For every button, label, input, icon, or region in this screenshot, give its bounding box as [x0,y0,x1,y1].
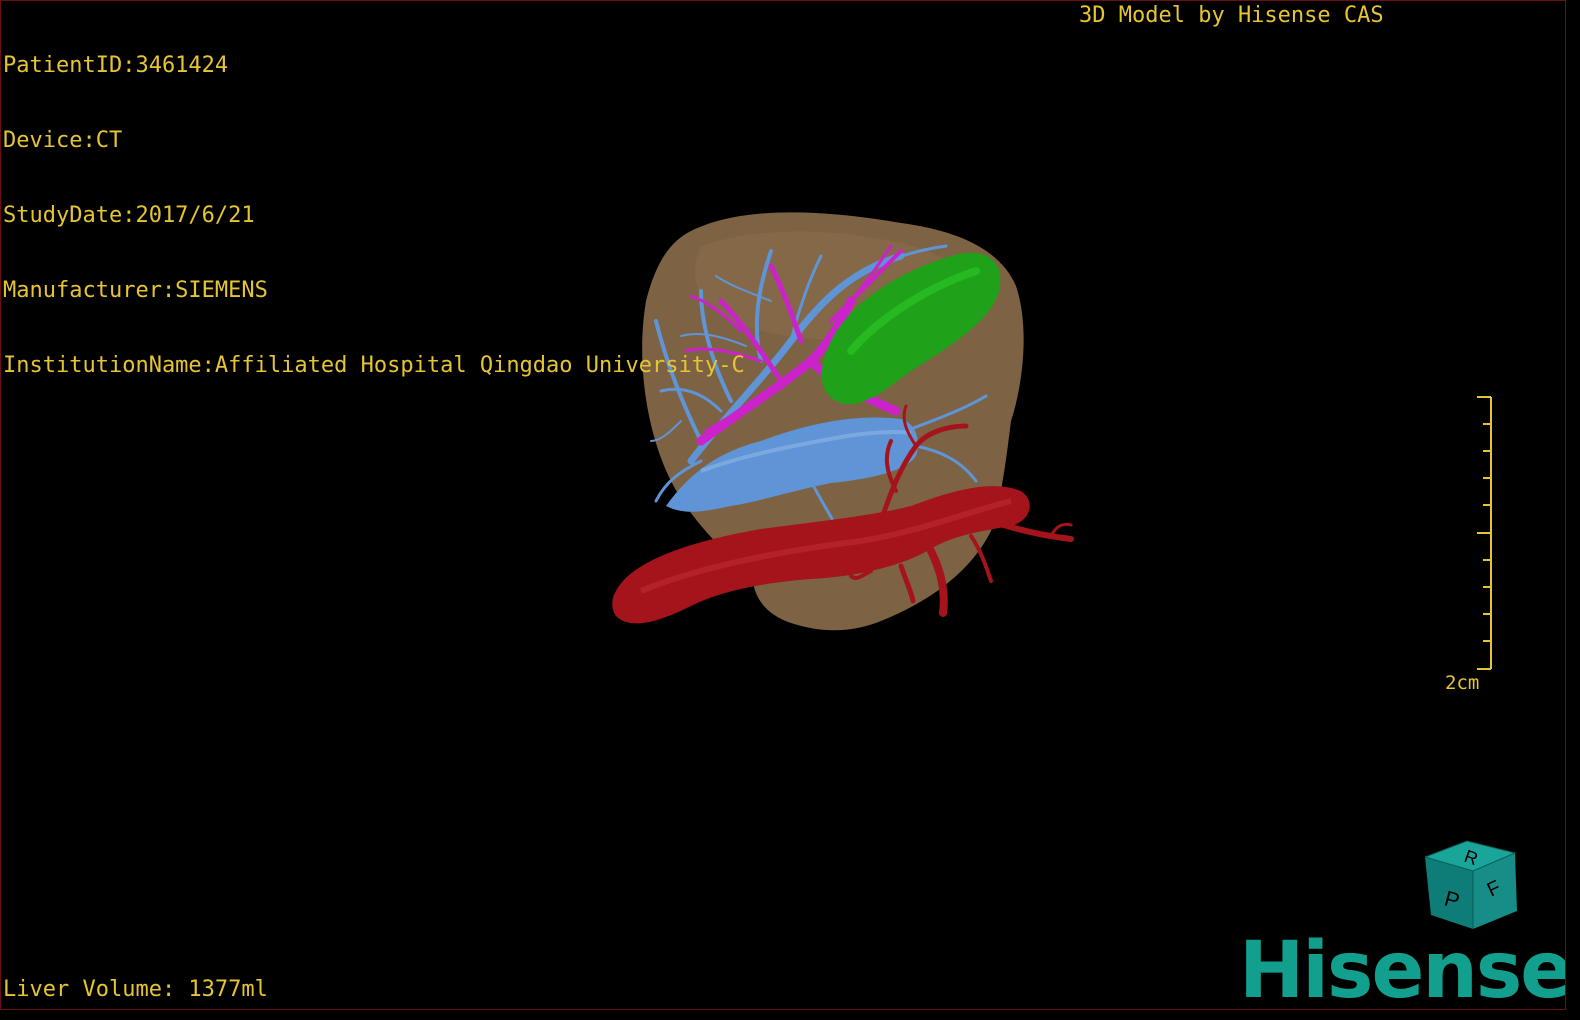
hisense-logo: Hisense [1239,926,1566,1010]
study-date: StudyDate:2017/6/21 [3,203,255,228]
liver-volume: Liver Volume: 1377ml [3,977,268,1002]
model-credit: 3D Model by Hisense CAS [1079,3,1384,28]
device: Device:CT [3,128,123,153]
scale-bar [1477,396,1492,670]
3d-viewport[interactable]: PatientID:3461424 Device:CT StudyDate:20… [0,0,1566,1010]
scale-bar-label: 2cm [1445,672,1480,694]
patient-id: PatientID:3461424 [3,53,229,78]
manufacturer: Manufacturer:SIEMENS [3,278,268,303]
institution-name: InstitutionName:Affiliated Hospital Qing… [3,353,745,378]
orientation-cube-icon[interactable]: R F P [1417,835,1527,935]
patient-metadata: PatientID:3461424 Device:CT StudyDate:20… [3,3,745,428]
